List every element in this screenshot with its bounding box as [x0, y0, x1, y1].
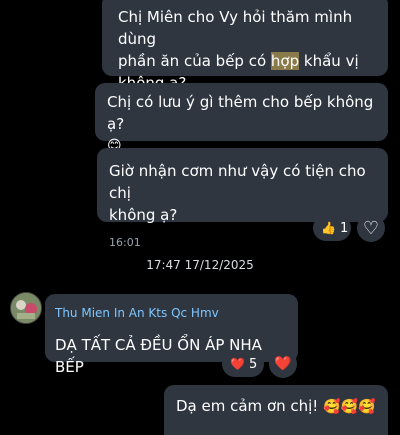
outgoing-message-bubble[interactable]: Chị có lưu ý gì thêm cho bếp không ạ? 😊 [95, 83, 388, 154]
text-segment: phần ăn của bếp có [118, 52, 271, 70]
outgoing-message-bubble[interactable]: Chị Miên cho Vy hỏi thăm mình dùng phần … [102, 0, 388, 92]
message-text-line: Chị có lưu ý gì thêm cho bếp không ạ? [107, 93, 374, 133]
thumbs-up-icon: 👍 [321, 221, 336, 235]
sender-name[interactable]: Thu Mien In An Kts Qc Hmv [55, 302, 288, 324]
heart-icon: ❤️ [274, 356, 292, 372]
reaction-count: 1 [339, 220, 349, 236]
message-text-line: Giờ nhận cơm như vậy có tiện cho chị [109, 162, 366, 202]
date-separator: 17:47 17/12/2025 [146, 258, 254, 272]
reaction-count: 5 [248, 356, 258, 372]
reaction-chip[interactable]: ❤️ 5 [222, 351, 264, 377]
avatar[interactable] [10, 292, 42, 324]
heart-icon: ❤️ [230, 357, 245, 371]
incoming-message-bubble[interactable]: Thu Mien In An Kts Qc Hmv DẠ TẤT CẢ ĐỀU … [45, 294, 298, 376]
react-heart-button[interactable]: ❤️ [269, 350, 297, 378]
heart-outline-icon: ♡ [362, 217, 380, 239]
outgoing-message-bubble[interactable]: Dạ em cảm ơn chị! 🥰🥰🥰 [164, 385, 388, 435]
reaction-chip[interactable]: 👍 1 [313, 215, 351, 241]
highlighted-word: hợp [270, 52, 300, 70]
message-text-line: phần ăn của bếp có hợp khẩu vị [118, 50, 378, 72]
message-text-line: Chị Miên cho Vy hỏi thăm mình dùng [118, 8, 353, 48]
avatar-image-icon [11, 293, 41, 323]
react-heart-button[interactable]: ♡ [357, 214, 385, 242]
smiling-hearts-emoji: 🥰🥰🥰 [323, 399, 376, 415]
outgoing-message-bubble[interactable]: Giờ nhận cơm như vậy có tiện cho chị khô… [97, 148, 388, 249]
text-segment: khẩu vị [299, 52, 359, 70]
message-text: Dạ em cảm ơn chị! [176, 397, 319, 415]
